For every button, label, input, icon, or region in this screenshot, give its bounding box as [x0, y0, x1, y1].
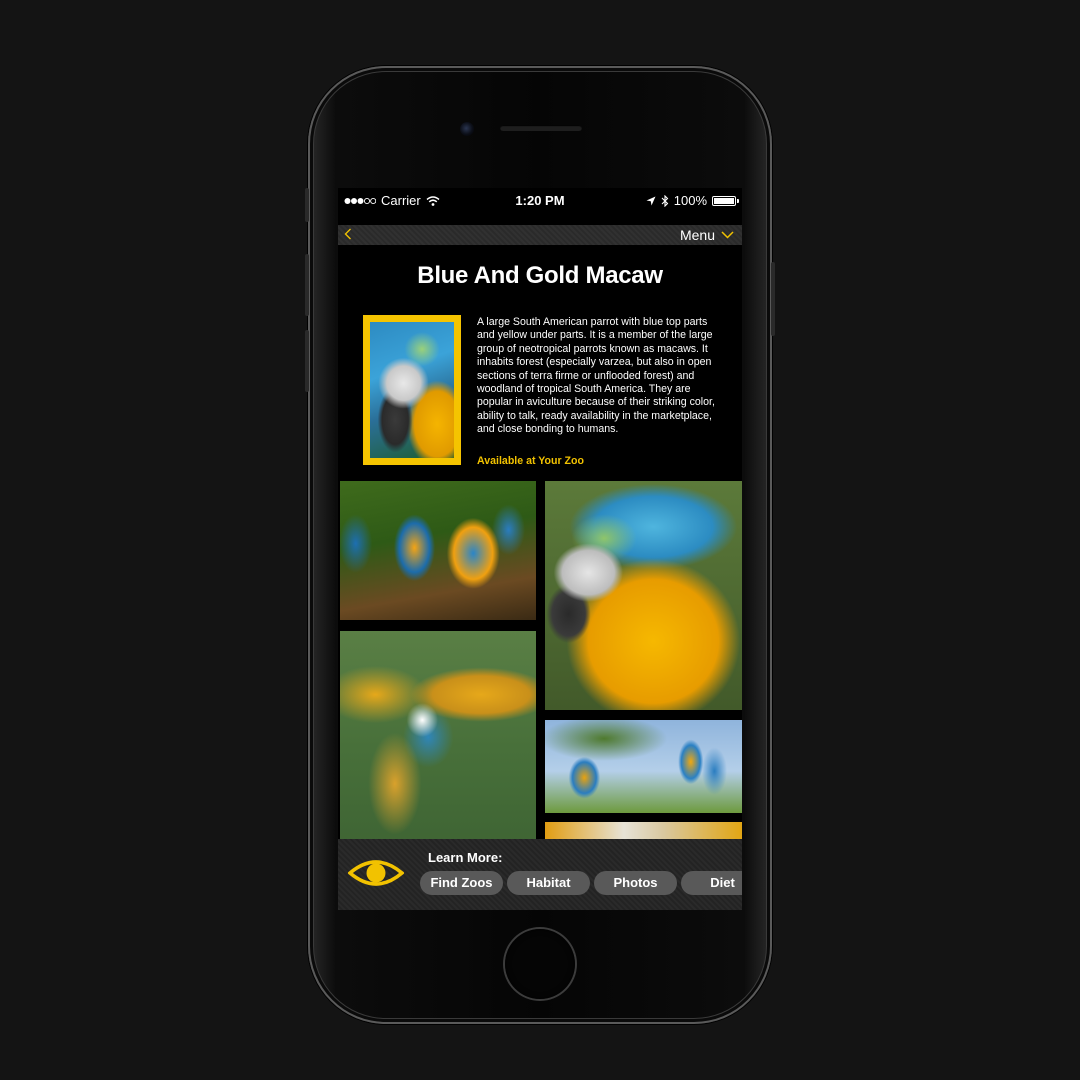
animal-description: A large South American parrot with blue … [477, 316, 715, 436]
location-arrow-icon [646, 196, 656, 205]
photo-macaw-closeup[interactable] [545, 481, 742, 710]
availability-link[interactable]: Available at Your Zoo [477, 455, 584, 467]
home-button[interactable] [505, 929, 575, 999]
power-button [771, 262, 775, 336]
back-button[interactable] [344, 225, 352, 245]
status-right: 100% [646, 193, 739, 208]
bluetooth-icon [661, 194, 669, 207]
menu-label: Menu [679, 227, 715, 243]
macaw-portrait-thumbnail [363, 315, 461, 465]
diet-button[interactable]: Diet [681, 871, 742, 895]
eye-icon [348, 860, 404, 886]
menu-button[interactable]: Menu [680, 225, 734, 245]
nav-bar: Menu [338, 225, 742, 245]
battery-icon [712, 195, 739, 206]
page-title: Blue And Gold Macaw [417, 262, 663, 289]
photo-macaw-pair-tree[interactable] [545, 720, 742, 813]
photo-macaw-group[interactable] [340, 481, 536, 620]
volume-down-button [305, 330, 309, 392]
macaw-portrait-image [370, 322, 454, 458]
find-zoos-button[interactable]: Find Zoos [420, 871, 503, 895]
mute-switch [305, 188, 309, 222]
photo-macaw-flying[interactable] [340, 631, 536, 843]
volume-up-button [305, 254, 309, 316]
chevron-left-icon [344, 228, 351, 240]
chevron-down-icon [721, 231, 734, 239]
habitat-button[interactable]: Habitat [507, 871, 590, 895]
app-screen: Carrier 1:20 PM 100% Menu Blue And Gold … [338, 188, 742, 910]
learn-more-heading: Learn More: [428, 850, 503, 865]
status-bar: Carrier 1:20 PM 100% [338, 188, 742, 214]
photos-button[interactable]: Photos [594, 871, 677, 895]
front-camera [460, 122, 474, 136]
battery-level [714, 197, 734, 204]
earpiece-speaker [500, 125, 582, 131]
learn-more-bar: Learn More: Find Zoos Habitat Photos Die… [338, 839, 742, 910]
learn-more-buttons: Find Zoos Habitat Photos Diet [420, 871, 742, 895]
battery-percent: 100% [673, 193, 707, 208]
